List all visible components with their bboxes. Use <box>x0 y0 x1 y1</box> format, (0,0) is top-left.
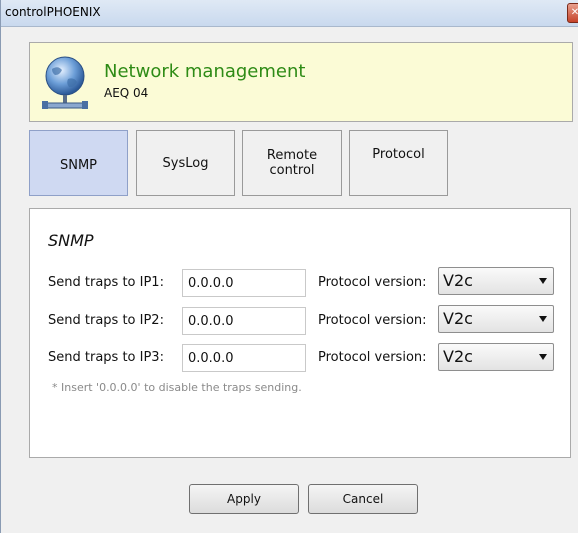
tab-syslog[interactable]: SysLog <box>136 130 235 196</box>
cancel-button[interactable]: Cancel <box>308 484 418 514</box>
tab-label: Remote control <box>266 148 318 178</box>
protocol-version-select-1[interactable]: V2c <box>438 267 554 295</box>
tab-label: SysLog <box>162 156 209 171</box>
select-value: V2c <box>443 309 473 328</box>
protocol-version-label: Protocol version: <box>318 313 427 328</box>
header-banner: Network management AEQ 04 <box>29 42 573 122</box>
chevron-down-icon <box>539 354 547 360</box>
ip2-field[interactable] <box>182 307 306 335</box>
tab-protocol[interactable]: Protocol <box>349 130 448 196</box>
protocol-version-select-2[interactable]: V2c <box>438 305 554 333</box>
ip3-field[interactable] <box>182 344 306 372</box>
tab-remote-control[interactable]: Remote control <box>242 130 342 196</box>
chevron-down-icon <box>539 278 547 284</box>
title-bar: controlPHOENIX ✕ <box>1 0 578 27</box>
select-value: V2c <box>443 271 473 290</box>
ip1-field[interactable] <box>182 269 306 297</box>
chevron-down-icon <box>539 316 547 322</box>
page-title: Network management <box>104 61 306 82</box>
snmp-panel: SNMP Send traps to IP1: Protocol version… <box>29 208 571 458</box>
globe-network-icon <box>42 56 88 109</box>
hint-note: * Insert '0.0.0.0' to disable the traps … <box>52 381 302 394</box>
window: controlPHOENIX ✕ Network management AEQ … <box>0 0 578 533</box>
select-value: V2c <box>443 347 473 366</box>
tab-label: Protocol <box>372 147 425 162</box>
ip1-label: Send traps to IP1: <box>48 275 164 290</box>
protocol-version-label: Protocol version: <box>318 275 427 290</box>
ip2-label: Send traps to IP2: <box>48 313 164 328</box>
close-icon: ✕ <box>570 7 578 18</box>
apply-button[interactable]: Apply <box>189 484 299 514</box>
ip3-label: Send traps to IP3: <box>48 350 164 365</box>
tab-snmp[interactable]: SNMP <box>29 130 128 196</box>
window-title: controlPHOENIX <box>5 5 101 19</box>
tab-label: SNMP <box>59 158 98 173</box>
page-subtitle: AEQ 04 <box>104 86 149 100</box>
protocol-version-select-3[interactable]: V2c <box>438 343 554 371</box>
close-button[interactable]: ✕ <box>567 3 578 23</box>
protocol-version-label: Protocol version: <box>318 350 427 365</box>
section-title: SNMP <box>48 231 94 250</box>
